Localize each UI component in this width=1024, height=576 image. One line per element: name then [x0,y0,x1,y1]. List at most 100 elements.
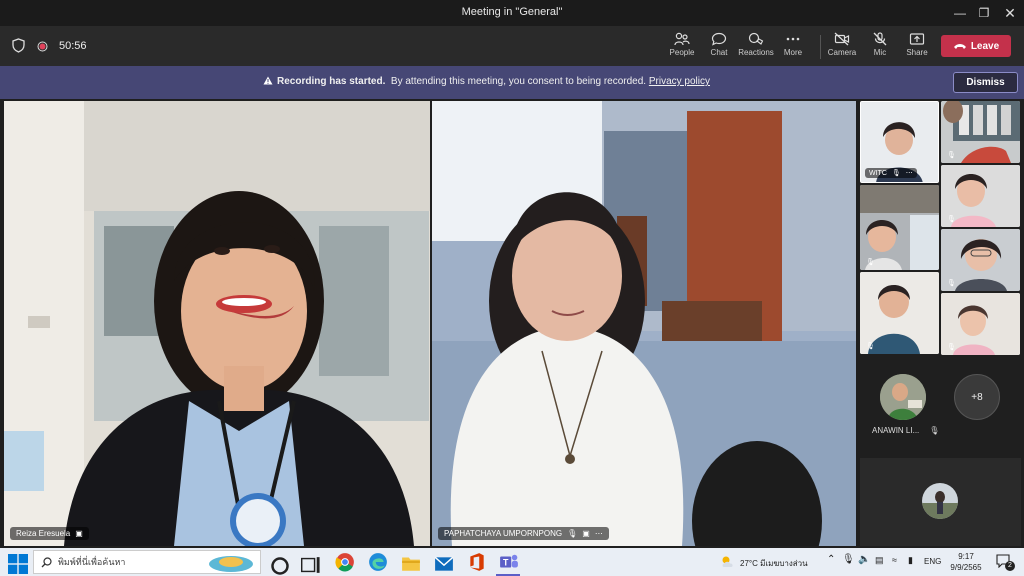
video-thumbnail[interactable]: WITC 🎙 ⋯ [860,101,939,183]
close-icon[interactable]: ✕ [994,0,1024,26]
more-label: More [783,48,803,57]
screen-share-icon: ▣ [582,529,590,538]
chrome-icon[interactable] [335,552,355,572]
more-button[interactable]: More [773,30,813,64]
participant-name: PAPHATCHAYA UMPORNPONG [444,529,563,538]
window-title: Meeting in "General" [461,6,563,18]
video-thumbnail[interactable]: 🎙 [941,101,1020,163]
screen-share-icon: ▣ [75,529,83,538]
video-tile-main-left[interactable]: Reiza Eresuela ▣ [4,101,430,546]
people-label: People [669,48,695,57]
clock-time: 9:17 [958,552,974,561]
svg-text:T: T [503,557,509,567]
mail-icon[interactable] [434,554,454,574]
participant-nametag: WITC 🎙 ⋯ [865,168,917,178]
mic-off-icon: 🎙 [947,216,956,223]
windows-start-icon[interactable] [8,554,28,574]
video-thumbnail[interactable]: 🎙 [941,165,1020,227]
title-bar: Meeting in "General" — ❐ ✕ [0,0,1024,26]
tray-mic-icon[interactable]: 🎙 [842,554,855,565]
reactions-icon [748,32,764,45]
mic-button[interactable]: Mic [860,30,900,64]
network-icon[interactable]: ▤ [875,555,884,566]
self-view-tile[interactable] [860,458,1021,546]
video-tile-main-right[interactable]: PAPHATCHAYA UMPORNPONG 🎙 ▣ ⋯ [432,101,856,546]
edge-icon[interactable] [368,552,388,572]
language-indicator[interactable]: ENG [924,557,941,566]
hang-up-icon [953,44,966,49]
mic-off-icon: 🎙 [866,259,875,266]
video-thumbnail[interactable]: 🎙 [860,272,939,354]
mic-off-icon: 🎙 [947,280,956,287]
video-thumbnail[interactable]: 🎙 [860,185,939,270]
more-icon [786,37,800,41]
banner-title: Recording has started. [277,76,386,87]
leave-label: Leave [970,40,1000,52]
file-explorer-icon[interactable] [401,553,421,573]
office-icon[interactable] [467,552,487,572]
camera-off-icon [834,32,850,46]
reactions-label: Reactions [738,48,774,57]
dismiss-button[interactable]: Dismiss [953,72,1018,93]
shield-icon[interactable] [12,38,25,53]
task-view-icon[interactable] [301,555,321,575]
self-avatar [922,483,958,519]
video-thumbnail[interactable]: 🎙 [941,229,1020,291]
search-placeholder: พิมพ์ที่นี่เพื่อค้นหา [58,557,126,567]
clock-date: 9/9/2565 [950,563,982,572]
teams-icon[interactable]: T [499,552,519,572]
weather-icon [722,556,733,567]
participant-nametag: PAPHATCHAYA UMPORNPONG 🎙 ▣ ⋯ [438,527,609,540]
participant-name: ANAWIN LI... [872,426,920,435]
people-button[interactable]: People [662,30,702,64]
meeting-timer: 50:56 [59,40,87,52]
warning-icon [263,76,273,85]
participant-video-feed [432,101,856,546]
search-highlight-icon [209,556,253,572]
participant-video-feed [4,101,430,546]
chat-icon [711,32,727,46]
mic-off-icon: 🎙 [947,152,956,159]
mic-off-icon: 🎙 [567,529,578,538]
cortana-icon[interactable] [270,556,290,576]
mic-off-icon: 🎙 [947,344,956,351]
search-icon [41,557,52,568]
taskbar-search-input[interactable]: พิมพ์ที่นี่เพื่อค้นหา [33,550,261,574]
participant-name: Reiza Eresuela [16,529,71,538]
people-icon [674,32,690,46]
volume-icon[interactable]: 🔈 [858,554,870,565]
camera-label: Camera [827,48,857,57]
mic-off-icon: 🎙 [891,170,901,177]
participant-name: WITC [869,169,887,177]
overflow-participants-button[interactable]: +8 [954,374,1000,420]
recording-icon [37,41,48,52]
weather-text[interactable]: 27°C มีเมฆบางส่วน [740,557,808,570]
avatar-nametag: ANAWIN LI... 🎙 [872,426,939,435]
avatar-image [922,483,958,519]
more-options-icon[interactable]: ⋯ [906,169,913,177]
wifi-icon[interactable]: ≈ [892,555,897,565]
recording-banner: Recording has started. By attending this… [0,66,1024,99]
mic-off-icon: 🎙 [929,426,940,435]
share-button[interactable]: Share [897,30,937,64]
camera-button[interactable]: Camera [822,30,862,64]
toolbar-divider [820,35,821,59]
reactions-button[interactable]: Reactions [736,30,776,64]
tray-chevron-icon[interactable]: ⌃ [827,554,835,565]
more-options-icon[interactable]: ⋯ [595,529,603,538]
leave-button[interactable]: Leave [941,35,1011,57]
notification-badge: 2 [1005,561,1015,571]
taskbar-clock[interactable]: 9:17 9/9/2565 [948,551,984,573]
mic-label: Mic [873,48,887,57]
chat-button[interactable]: Chat [699,30,739,64]
meeting-toolbar: 50:56 People Chat Reactions More Camera … [0,26,1024,66]
banner-message-line: Recording has started. By attending this… [263,76,710,87]
chat-label: Chat [710,48,728,57]
windows-taskbar: พิมพ์ที่นี่เพื่อค้นหา T 27°C มีเมฆบางส่ว… [0,548,1024,576]
battery-icon[interactable]: ▮ [908,555,913,566]
participant-avatar[interactable] [880,374,926,420]
privacy-policy-link[interactable]: Privacy policy [649,76,710,87]
participant-nametag: Reiza Eresuela ▣ [10,527,89,540]
banner-message: By attending this meeting, you consent t… [390,76,647,87]
video-thumbnail[interactable]: 🎙 [941,293,1020,355]
